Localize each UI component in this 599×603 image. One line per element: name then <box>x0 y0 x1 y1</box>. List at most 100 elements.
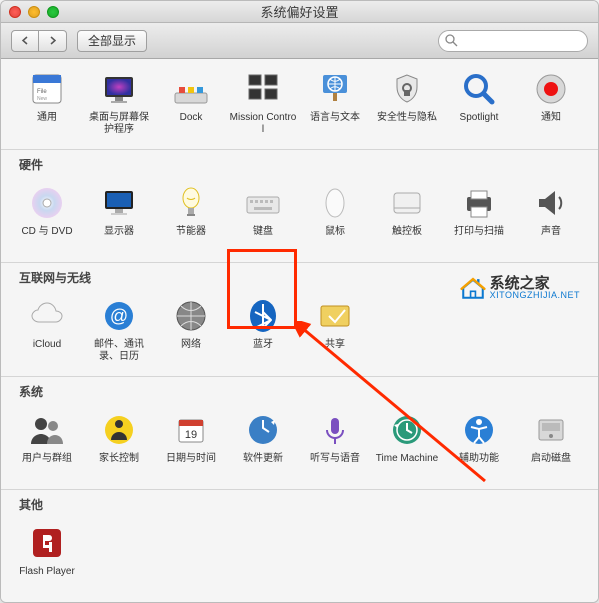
pref-item-trackpad[interactable]: 触控板 <box>371 177 443 254</box>
flash-icon <box>27 523 67 563</box>
pref-item-sound[interactable]: 声音 <box>515 177 587 254</box>
pref-item-update[interactable]: 软件更新 <box>227 404 299 481</box>
mission-icon <box>243 69 283 109</box>
pref-label: 用户与群组 <box>22 453 72 475</box>
pref-label: iCloud <box>33 339 61 361</box>
mouse-icon <box>315 183 355 223</box>
pref-item-bluetooth[interactable]: 蓝牙 <box>227 290 299 368</box>
pref-label: CD 与 DVD <box>21 226 72 248</box>
pref-label: 节能器 <box>176 226 206 248</box>
toolbar: 全部显示 <box>1 23 598 59</box>
pref-item-mail[interactable]: @邮件、通讯录、日历 <box>83 290 155 368</box>
section-internet: 互联网与无线 iCloud@邮件、通讯录、日历网络蓝牙共享 <box>1 263 598 377</box>
pref-label: 共享 <box>325 339 345 361</box>
pref-item-desktop[interactable]: 桌面与屏幕保护程序 <box>83 63 155 141</box>
startup-icon <box>531 410 571 450</box>
pref-item-security[interactable]: 安全性与隐私 <box>371 63 443 141</box>
search-icon <box>445 34 458 47</box>
pref-item-general[interactable]: FileNew通用 <box>11 63 83 141</box>
nav-segment <box>11 30 67 52</box>
pref-label: 桌面与屏幕保护程序 <box>85 112 153 135</box>
sharing-icon <box>315 296 355 336</box>
pref-item-mouse[interactable]: 鼠标 <box>299 177 371 254</box>
pref-label: Mission Control <box>229 112 297 135</box>
pref-label: 语言与文本 <box>310 112 360 134</box>
pref-label: 日期与时间 <box>166 453 216 475</box>
pref-item-dictation[interactable]: 听写与语音 <box>299 404 371 481</box>
pref-item-network[interactable]: 网络 <box>155 290 227 368</box>
section-header-system: 系统 <box>1 377 598 400</box>
zoom-icon[interactable] <box>47 6 59 18</box>
desktop-icon <box>99 69 139 109</box>
pref-item-flash[interactable]: Flash Player <box>11 517 83 594</box>
svg-text:File: File <box>37 89 47 95</box>
pref-label: 安全性与隐私 <box>377 112 437 134</box>
pref-item-dock[interactable]: Dock <box>155 63 227 141</box>
print-icon <box>459 183 499 223</box>
forward-button[interactable] <box>39 30 67 52</box>
pref-label: 网络 <box>181 339 201 361</box>
network-icon <box>171 296 211 336</box>
chevron-right-icon <box>48 36 57 45</box>
keyboard-icon <box>243 183 283 223</box>
svg-text:@: @ <box>110 306 128 326</box>
users-icon <box>27 410 67 450</box>
traffic-lights <box>9 6 59 18</box>
search-wrap <box>438 30 588 52</box>
show-all-button[interactable]: 全部显示 <box>77 30 147 52</box>
pref-item-print[interactable]: 打印与扫描 <box>443 177 515 254</box>
energy-icon <box>171 183 211 223</box>
back-button[interactable] <box>11 30 39 52</box>
datetime-icon: 19 <box>171 410 211 450</box>
minimize-icon[interactable] <box>28 6 40 18</box>
section-header-hardware: 硬件 <box>1 150 598 173</box>
svg-text:New: New <box>37 96 47 102</box>
parental-icon <box>99 410 139 450</box>
close-icon[interactable] <box>9 6 21 18</box>
pref-item-mission[interactable]: Mission Control <box>227 63 299 141</box>
pref-item-energy[interactable]: 节能器 <box>155 177 227 254</box>
pref-item-spotlight[interactable]: Spotlight <box>443 63 515 141</box>
pref-item-cddvd[interactable]: CD 与 DVD <box>11 177 83 254</box>
pref-item-notifications[interactable]: 通知 <box>515 63 587 141</box>
pref-label: 软件更新 <box>243 453 283 475</box>
pref-label: 启动磁盘 <box>531 453 571 475</box>
section-header-other: 其他 <box>1 490 598 513</box>
pref-item-accessibility[interactable]: 辅助功能 <box>443 404 515 481</box>
pref-label: 打印与扫描 <box>454 226 504 248</box>
update-icon <box>243 410 283 450</box>
pref-label: Flash Player <box>19 566 75 588</box>
titlebar: 系统偏好设置 <box>1 1 598 23</box>
displays-icon <box>99 183 139 223</box>
pref-item-language[interactable]: 语言与文本 <box>299 63 371 141</box>
pref-item-users[interactable]: 用户与群组 <box>11 404 83 481</box>
language-icon <box>315 69 355 109</box>
dock-icon <box>171 69 211 109</box>
section-other: 其他 Flash Player <box>1 490 598 602</box>
content: FileNew通用桌面与屏幕保护程序DockMission Control 语言与… <box>1 59 598 602</box>
accessibility-icon <box>459 410 499 450</box>
pref-label: 辅助功能 <box>459 453 499 475</box>
pref-item-timemachine[interactable]: Time Machine <box>371 404 443 481</box>
pref-item-datetime[interactable]: 19 日期与时间 <box>155 404 227 481</box>
search-input[interactable] <box>438 30 588 52</box>
svg-text:19: 19 <box>185 429 197 441</box>
chevron-left-icon <box>21 36 30 45</box>
dictation-icon <box>315 410 355 450</box>
bluetooth-icon <box>243 296 283 336</box>
pref-item-keyboard[interactable]: 键盘 <box>227 177 299 254</box>
general-icon: FileNew <box>27 69 67 109</box>
pref-label: 听写与语音 <box>310 453 360 475</box>
pref-label: 通知 <box>541 112 561 134</box>
section-system: 系统 用户与群组家长控制 19 日期与时间 软件更新 听写与语音 Time Machine… <box>1 377 598 490</box>
section-hardware: 硬件 CD 与 DVD 显示器 节能器键盘鼠标 触控板 打印与扫描 声音 <box>1 150 598 263</box>
pref-item-icloud[interactable]: iCloud <box>11 290 83 368</box>
pref-label: 声音 <box>541 226 561 248</box>
pref-item-sharing[interactable]: 共享 <box>299 290 371 368</box>
pref-item-startup[interactable]: 启动磁盘 <box>515 404 587 481</box>
pref-label: 触控板 <box>392 226 422 248</box>
pref-label: 鼠标 <box>325 226 345 248</box>
pref-item-displays[interactable]: 显示器 <box>83 177 155 254</box>
pref-item-parental[interactable]: 家长控制 <box>83 404 155 481</box>
pref-label: 显示器 <box>104 226 134 248</box>
